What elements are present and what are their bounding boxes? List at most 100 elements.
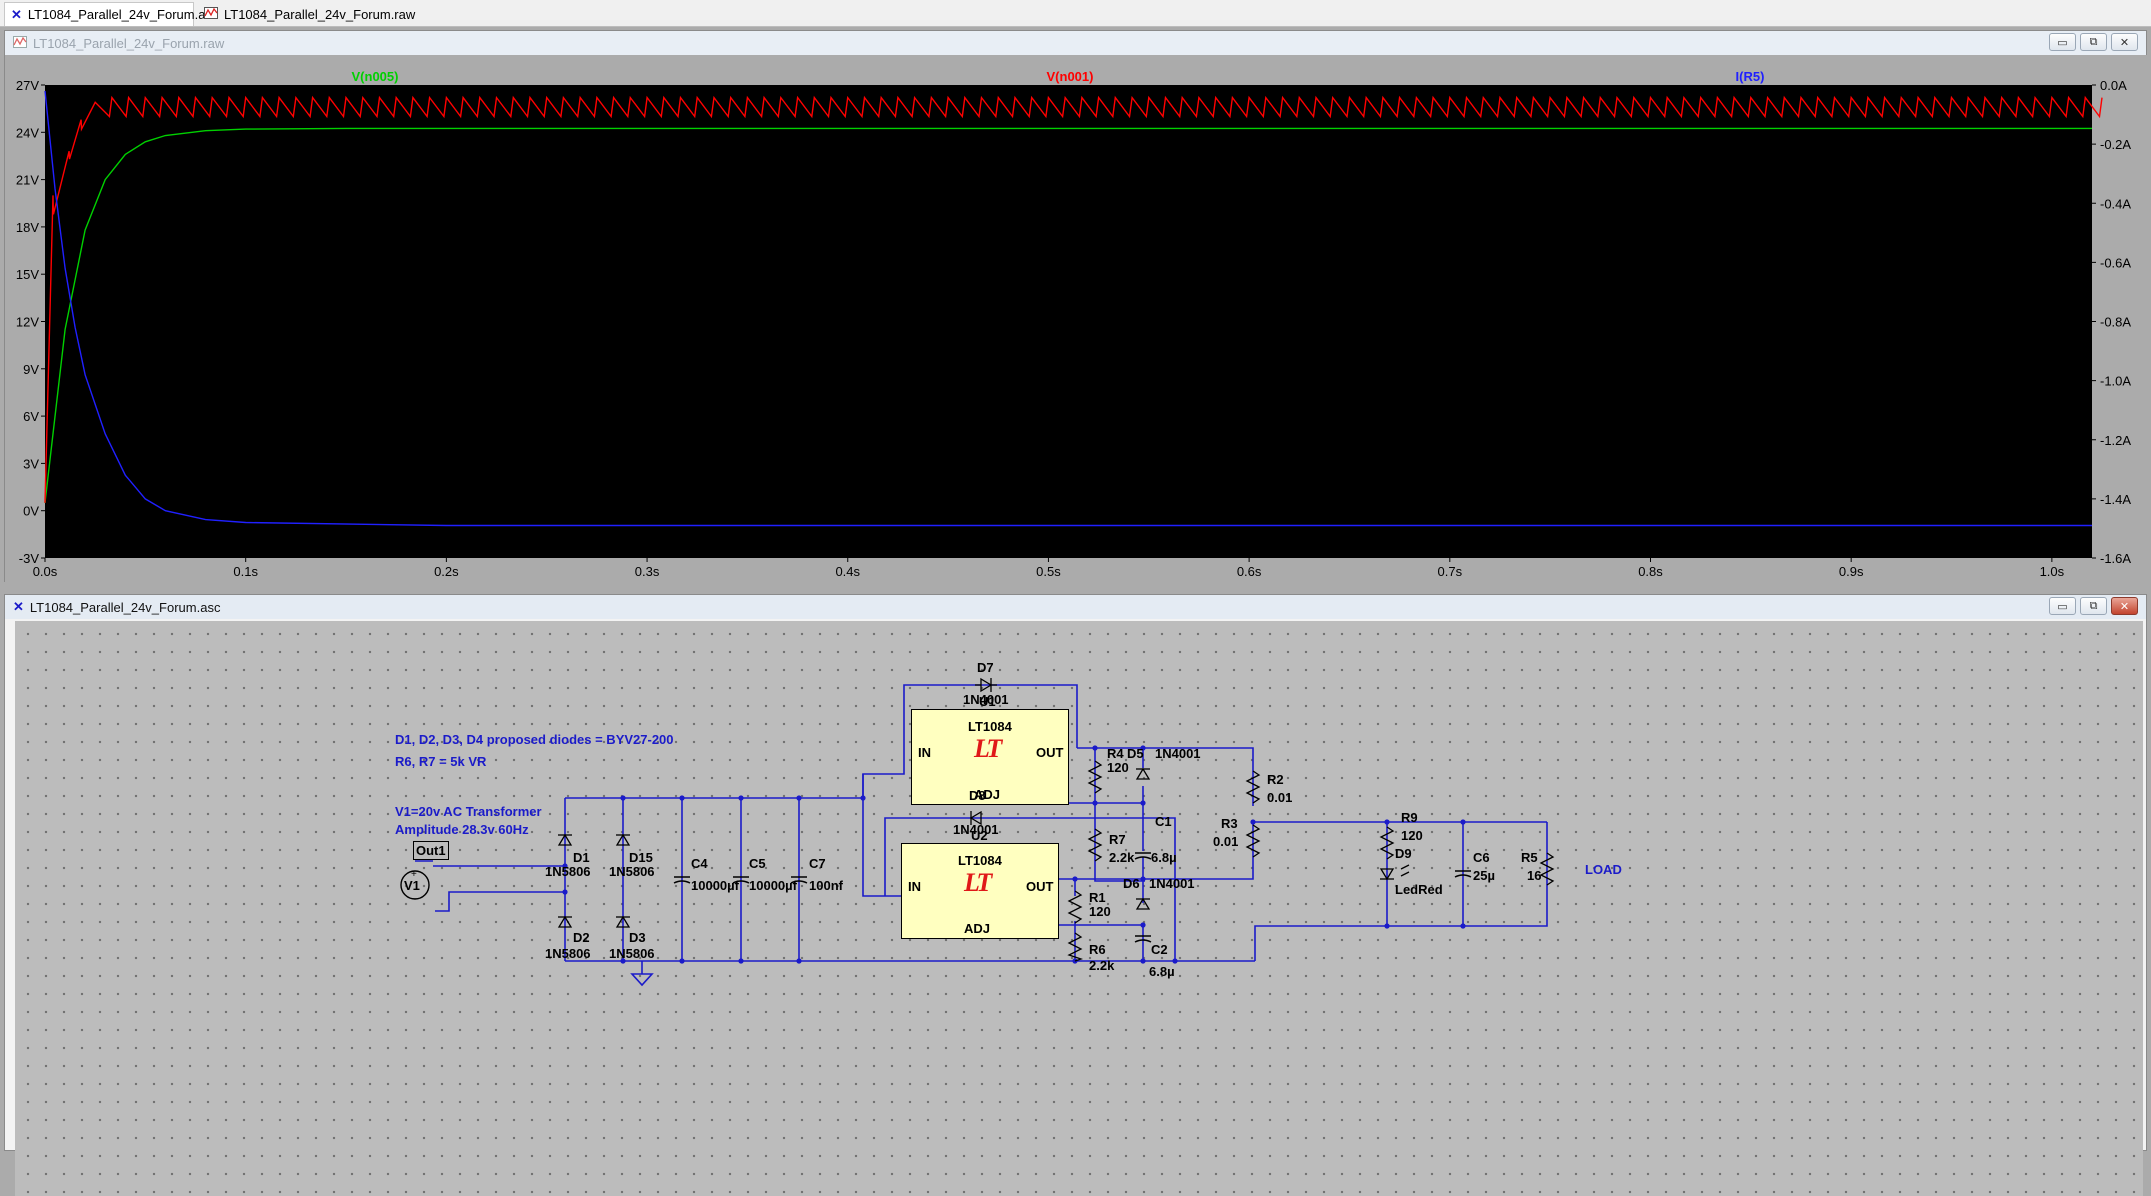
ref-r4[interactable]: R4 (1107, 747, 1124, 760)
note-transformer: V1=20v AC Transformer (395, 804, 542, 819)
y-tick-label-right: -0.8A (2100, 315, 2131, 330)
tab-schematic-label: LT1084_Parallel_24v_Forum.asc (27, 7, 219, 22)
value-r7: 2.2k (1109, 850, 1135, 865)
ref-d8[interactable]: D8 (969, 789, 986, 802)
restore-icon: ⧉ (2089, 35, 2098, 48)
x-tick-label: 0.9s (1839, 564, 1864, 579)
ref-d9[interactable]: D9 (1395, 847, 1412, 860)
schematic-window: ✕ LT1084_Parallel_24v_Forum.asc ▭ ⧉ ✕ + … (4, 594, 2147, 1196)
note-diodes: D1, D2, D3, D4 proposed diodes = BYV27-2… (395, 732, 674, 747)
y-tick-label-right: -1.6A (2100, 551, 2131, 566)
ic-u1-pin-out: OUT (1036, 745, 1064, 760)
y-tick-label-left: 27V (16, 78, 39, 93)
waveform-window-titlebar[interactable]: LT1084_Parallel_24v_Forum.raw ▭ ⧉ ✕ (5, 31, 2146, 55)
y-tick-label-right: -0.4A (2100, 196, 2131, 211)
ref-c2[interactable]: C2 (1151, 943, 1168, 956)
y-tick-label-left: 3V (23, 456, 39, 471)
ref-r2[interactable]: R2 (1267, 773, 1284, 786)
ref-c5[interactable]: C5 (749, 857, 766, 870)
value-d15: 1N5806 (609, 864, 655, 879)
y-tick-label-left: 6V (23, 409, 39, 424)
schematic-canvas[interactable]: + − LT1084 LT IN OUT ADJ LT1084 LT IN OU… (15, 621, 2143, 1196)
ref-d15[interactable]: D15 (629, 851, 653, 864)
value-d6: 1N4001 (1149, 876, 1195, 891)
ref-r3[interactable]: R3 (1221, 817, 1238, 830)
restore-button[interactable]: ⧉ (2080, 597, 2107, 615)
waveform-chart[interactable]: 27V24V21V18V15V12V9V6V3V0V-3V0.0A-0.2A-0… (5, 55, 2146, 581)
y-tick-label-left: 0V (23, 504, 39, 519)
wire-load-top (1252, 821, 1547, 823)
ref-d1[interactable]: D1 (573, 851, 590, 864)
x-tick-label: 0.3s (635, 564, 660, 579)
document-tab-bar: ✕ LT1084_Parallel_24v_Forum.asc LT1084_P… (0, 0, 2151, 27)
restore-icon: ⧉ (2089, 599, 2098, 612)
value-d5: 1N4001 (1155, 746, 1201, 761)
note-vr: R6, R7 = 5k VR (395, 754, 487, 769)
minimize-button[interactable]: ▭ (2049, 33, 2076, 51)
y-tick-label-right: -1.2A (2100, 433, 2131, 448)
x-tick-label: 0.7s (1438, 564, 1463, 579)
ref-c7[interactable]: C7 (809, 857, 826, 870)
value-r9: 120 (1401, 828, 1423, 843)
close-icon: ✕ (2119, 36, 2130, 49)
legend-entry: V(n001) (1047, 69, 1094, 84)
close-icon: ✕ (2119, 600, 2130, 613)
value-d7: 1N4001 (963, 692, 1009, 707)
value-c2: 6.8µ (1149, 964, 1175, 979)
legend-entry: V(n005) (352, 69, 399, 84)
ref-r1[interactable]: R1 (1089, 891, 1106, 904)
ref-d7[interactable]: D7 (977, 661, 994, 674)
waveform-window-controls: ▭ ⧉ ✕ (2049, 33, 2138, 51)
ref-r9[interactable]: R9 (1401, 811, 1418, 824)
ref-d3[interactable]: D3 (629, 931, 646, 944)
net-label-out1[interactable]: Out1 (413, 841, 449, 860)
y-tick-label-left: 21V (16, 173, 39, 188)
waveform-plot-area[interactable]: 27V 24V 21V 18V 15V 12V 9V 6V 3V 0V -3V 0.0A -0.2A -0… (5, 55, 2147, 611)
ref-r7[interactable]: R7 (1109, 833, 1126, 846)
ic-u2-pin-adj: ADJ (964, 921, 991, 936)
ic-u2-part: LT1084 (958, 853, 1002, 868)
tab-schematic[interactable]: ✕ LT1084_Parallel_24v_Forum.asc (4, 2, 218, 26)
ref-c4[interactable]: C4 (691, 857, 708, 870)
x-tick-label: 0.2s (434, 564, 459, 579)
schematic-wires: + − (400, 677, 1555, 987)
value-r3: 0.01 (1213, 834, 1239, 849)
y-tick-label-left: 18V (16, 220, 39, 235)
value-c7: 100nf (809, 878, 843, 893)
ref-c1[interactable]: C1 (1155, 815, 1172, 828)
y-tick-label-left: 24V (16, 125, 39, 140)
schematic-window-controls: ▭ ⧉ ✕ (2049, 597, 2138, 615)
ref-r5[interactable]: R5 (1521, 851, 1538, 864)
value-r5: 16 (1527, 868, 1542, 883)
y-tick-label-left: 9V (23, 362, 39, 377)
ic-u1[interactable]: LT1084 LT IN OUT ADJ (911, 709, 1069, 805)
tab-waveform[interactable]: LT1084_Parallel_24v_Forum.raw (198, 2, 415, 26)
waveform-icon (13, 35, 27, 51)
ref-r6[interactable]: R6 (1089, 943, 1106, 956)
value-r4: 120 (1107, 760, 1129, 775)
ground-symbol (630, 973, 654, 987)
ref-c6[interactable]: C6 (1473, 851, 1490, 864)
ref-d2[interactable]: D2 (573, 931, 590, 944)
minimize-icon: ▭ (2057, 36, 2068, 49)
y-tick-label-right: -1.4A (2100, 492, 2131, 507)
svg-text:−: − (411, 894, 417, 905)
close-button[interactable]: ✕ (2111, 33, 2138, 51)
ref-d5[interactable]: D5 (1127, 747, 1144, 760)
value-d3: 1N5806 (609, 946, 655, 961)
restore-button[interactable]: ⧉ (2080, 33, 2107, 51)
waveform-window: LT1084_Parallel_24v_Forum.raw ▭ ⧉ ✕ 27V 2… (4, 30, 2147, 611)
minimize-button[interactable]: ▭ (2049, 597, 2076, 615)
schematic-window-titlebar[interactable]: ✕ LT1084_Parallel_24v_Forum.asc ▭ ⧉ ✕ (5, 595, 2146, 619)
ref-d6[interactable]: D6 (1123, 877, 1140, 890)
value-c6: 25µ (1473, 868, 1495, 883)
ref-v1[interactable]: V1 (404, 879, 420, 892)
close-button[interactable]: ✕ (2111, 597, 2138, 615)
x-tick-label: 0.4s (835, 564, 860, 579)
x-tick-label: 0.5s (1036, 564, 1061, 579)
value-d9: LedRed (1395, 882, 1443, 897)
ic-u2[interactable]: LT1084 LT IN OUT ADJ (901, 843, 1059, 939)
y-tick-label-left: 12V (16, 315, 39, 330)
ic-u2-pin-out: OUT (1026, 879, 1054, 894)
ic-u1-pin-in: IN (918, 745, 931, 760)
